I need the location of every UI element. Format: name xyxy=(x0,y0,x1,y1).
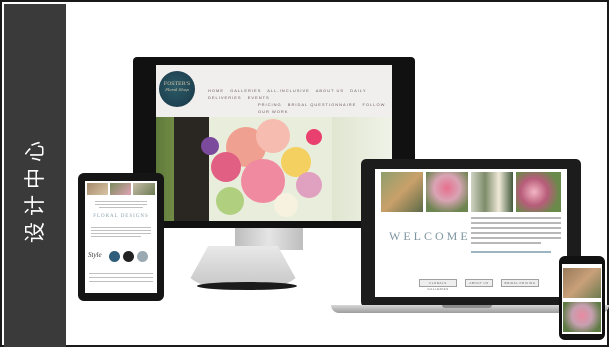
gallery-photo[interactable] xyxy=(426,172,468,212)
body-text-line xyxy=(471,227,561,229)
badge-icon xyxy=(109,251,120,262)
flower xyxy=(306,129,322,145)
flower xyxy=(274,193,298,217)
badge-icon xyxy=(123,251,134,262)
tablet-text-line xyxy=(91,230,151,231)
body-text-line xyxy=(471,242,541,244)
nav-all-inclusive[interactable]: ALL-INCLUSIVE xyxy=(267,88,310,93)
flower xyxy=(211,152,241,182)
tablet-photo[interactable] xyxy=(110,183,131,195)
tablet-text-line xyxy=(89,277,153,278)
nav-home[interactable]: HOME xyxy=(208,88,224,93)
sidebar: 设计中心 xyxy=(4,4,66,347)
tablet-screen: FLORAL DESIGNS Style xyxy=(85,181,157,293)
bridal-pricing-button[interactable]: BRIDAL PRICING xyxy=(501,279,539,287)
tablet-heading: FLORAL DESIGNS xyxy=(93,214,149,219)
laptop-screen: WELCOME FLORALS GALLERIES ABOUT US BRIDA… xyxy=(375,169,567,297)
gallery-photo[interactable] xyxy=(381,172,423,212)
tablet-text-line xyxy=(89,273,153,274)
sidebar-title: 设计中心 xyxy=(23,135,47,243)
tablet-photo[interactable] xyxy=(87,183,108,195)
desktop-screen: FOSTER'S Floral Shop HOME GALLERIES ALL-… xyxy=(156,65,392,221)
florals-gallery-button[interactable]: FLORALS GALLERIES xyxy=(419,279,457,291)
nav-events[interactable]: EVENTS xyxy=(248,95,270,100)
flower xyxy=(216,187,244,215)
showcase-frame: 设计中心 FOSTER'S Floral Shop HOME GALLERIES… xyxy=(0,0,609,347)
tablet-text-line xyxy=(95,204,147,205)
flower xyxy=(296,172,322,198)
hero-image xyxy=(156,117,392,221)
body-text-line xyxy=(471,237,561,239)
nav-galleries[interactable]: GALLERIES xyxy=(230,88,261,93)
laptop: WELCOME FLORALS GALLERIES ABOUT US BRIDA… xyxy=(361,159,581,307)
site-header: FOSTER'S Floral Shop HOME GALLERIES ALL-… xyxy=(156,65,392,117)
phone-photo[interactable] xyxy=(563,302,601,332)
gallery-photo[interactable] xyxy=(516,172,561,212)
laptop-base-notch xyxy=(442,305,492,308)
welcome-heading: WELCOME xyxy=(389,229,471,243)
about-us-button[interactable]: ABOUT US xyxy=(465,279,493,287)
phone-photo[interactable] xyxy=(563,268,601,298)
monitor-stand-base xyxy=(197,282,297,290)
logo-line2: Floral Shop xyxy=(165,87,189,92)
gallery-photo[interactable] xyxy=(471,172,513,212)
badge-icon xyxy=(137,251,148,262)
hero-suit xyxy=(174,117,209,221)
tablet-photo[interactable] xyxy=(133,183,155,195)
phone xyxy=(559,256,605,340)
body-text-line xyxy=(471,217,561,219)
tablet-text-line xyxy=(95,201,147,202)
nav-bridal-questionnaire[interactable]: BRIDAL QUESTIONNAIRE xyxy=(288,102,357,107)
tablet-text-line xyxy=(99,207,143,208)
flower xyxy=(201,137,219,155)
phone-screen xyxy=(562,264,602,334)
tablet-script-text: Style xyxy=(88,251,102,259)
tablet: FLORAL DESIGNS Style xyxy=(78,173,164,301)
tablet-text-line xyxy=(91,227,151,228)
site-nav: HOME GALLERIES ALL-INCLUSIVE ABOUT US DA… xyxy=(208,87,392,115)
body-text-line xyxy=(471,232,561,234)
flower xyxy=(256,119,290,153)
tablet-text-line xyxy=(91,236,141,237)
site-logo[interactable]: FOSTER'S Floral Shop xyxy=(159,71,195,107)
tablet-text-line xyxy=(89,281,153,282)
nav-about[interactable]: ABOUT US xyxy=(316,88,344,93)
body-text-line xyxy=(471,222,561,224)
tablet-text-line xyxy=(91,233,151,234)
nav-pricing[interactable]: PRICING xyxy=(258,102,282,107)
body-text-line xyxy=(471,251,551,253)
